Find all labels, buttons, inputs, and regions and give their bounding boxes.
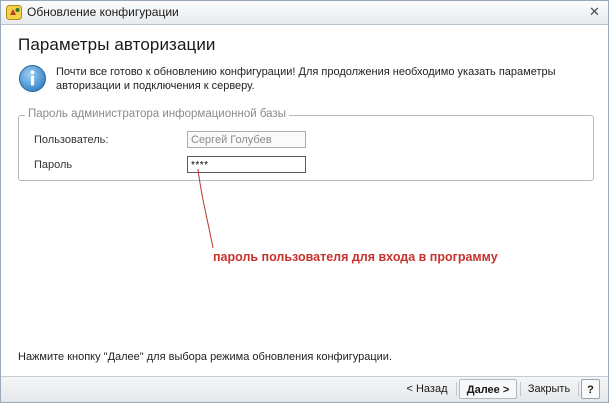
password-field[interactable]: **** (187, 156, 306, 173)
title-bar[interactable]: Обновление конфигурации ✕ (1, 1, 608, 25)
info-icon (19, 65, 46, 92)
separator (520, 382, 521, 396)
window-title: Обновление конфигурации (27, 5, 179, 19)
separator (578, 382, 579, 396)
annotation-caption: пароль пользователя для входа в программ… (213, 250, 498, 264)
page-title: Параметры авторизации (18, 35, 216, 54)
next-button[interactable]: Далее > (459, 379, 517, 399)
user-field[interactable]: Сергей Голубев (187, 131, 306, 148)
user-label: Пользователь: (34, 134, 109, 146)
password-label: Пароль (34, 159, 73, 171)
annotation-arrow-line (197, 168, 214, 249)
separator (456, 382, 457, 396)
info-message: Почти все готово к обновлению конфигурац… (56, 66, 556, 92)
close-button[interactable]: Закрыть (522, 379, 576, 399)
admin-password-group (18, 115, 594, 181)
back-button[interactable]: < Назад (401, 379, 453, 399)
update-config-window: Обновление конфигурации ✕ Параметры авто… (0, 0, 609, 403)
close-icon: ✕ (589, 4, 600, 19)
close-window-button[interactable]: ✕ (586, 4, 603, 20)
app-icon (6, 5, 22, 20)
group-legend: Пароль администратора информационной баз… (25, 108, 289, 120)
footer-hint: Нажмите кнопку "Далее" для выбора режима… (18, 351, 392, 363)
help-button[interactable]: ? (581, 379, 600, 399)
